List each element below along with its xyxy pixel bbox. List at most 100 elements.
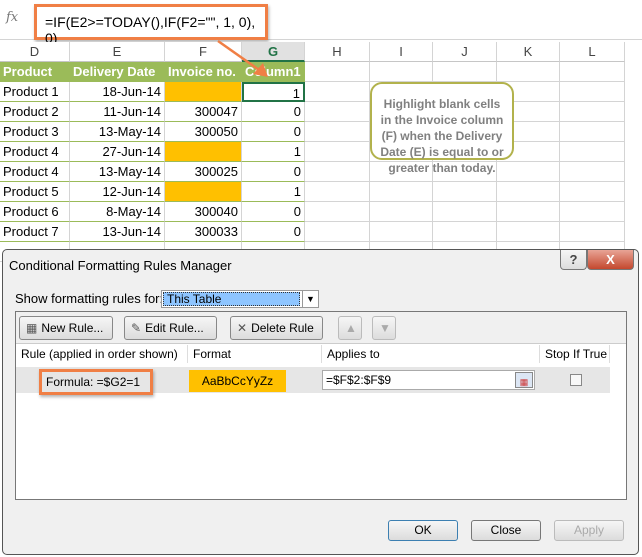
table-cell[interactable]: 1 [242,142,305,162]
column-header-e[interactable]: E [70,42,165,62]
active-cell[interactable]: 1 [242,82,305,102]
table-cell[interactable] [165,142,242,162]
move-up-button[interactable]: ▲ [338,316,362,340]
delete-icon: ✕ [237,321,248,335]
table-cell[interactable]: 300050 [165,122,242,142]
empty-cell[interactable] [560,162,625,182]
column-header-f[interactable]: F [165,42,242,62]
column-header-i[interactable]: I [370,42,433,62]
table-cell[interactable]: 27-Jun-14 [70,142,165,162]
empty-cell[interactable] [305,202,370,222]
table-cell[interactable]: 1 [242,182,305,202]
edit-rule-button[interactable]: ✎ Edit Rule... [124,316,217,340]
delete-rule-button[interactable]: ✕ Delete Rule [230,316,323,340]
stop-if-true-checkbox[interactable] [570,374,582,386]
new-rule-icon: ▦ [26,321,38,335]
table-cell[interactable]: Product 4 [0,142,70,162]
column-header-l[interactable]: L [560,42,625,62]
close-button[interactable]: Close [471,520,541,541]
table-cell[interactable]: Product 5 [0,182,70,202]
empty-cell[interactable] [433,222,497,242]
empty-cell[interactable] [305,142,370,162]
empty-cell[interactable] [305,222,370,242]
table-header[interactable]: Invoice no. [165,62,242,82]
table-cell[interactable]: Product 6 [0,202,70,222]
empty-cell[interactable] [560,142,625,162]
empty-cell[interactable] [370,182,433,202]
help-button[interactable]: ? [560,250,587,270]
range-select-icon[interactable]: ▦ [515,372,533,388]
empty-cell[interactable] [497,202,560,222]
ok-button[interactable]: OK [388,520,458,541]
rule-row[interactable]: Formula: =$G2=1 AaBbCcYyZz =$F$2:$F$9 ▦ [16,367,610,395]
empty-cell[interactable] [305,182,370,202]
column-header-d[interactable]: D [0,42,70,62]
table-cell[interactable]: 300047 [165,102,242,122]
move-down-button[interactable]: ▼ [372,316,396,340]
table-cell[interactable] [165,182,242,202]
table-cell[interactable]: 18-Jun-14 [70,82,165,102]
table-cell[interactable]: 0 [242,202,305,222]
empty-cell[interactable] [305,102,370,122]
empty-cell[interactable] [497,162,560,182]
column-header-k[interactable]: K [497,42,560,62]
new-rule-button[interactable]: ▦ New Rule... [19,316,113,340]
empty-cell[interactable] [433,202,497,222]
empty-cell[interactable] [560,222,625,242]
table-cell[interactable]: 0 [242,102,305,122]
empty-cell[interactable] [370,62,433,82]
table-cell[interactable]: 13-May-14 [70,162,165,182]
empty-cell[interactable] [560,122,625,142]
table-header[interactable]: Product [0,62,70,82]
delete-rule-label: Delete Rule [251,321,314,335]
empty-cell[interactable] [497,182,560,202]
column-header-h[interactable]: H [305,42,370,62]
rules-column-headers: Rule (applied in order shown) Format App… [16,345,610,363]
table-cell[interactable]: 300025 [165,162,242,182]
table-cell[interactable]: Product 1 [0,82,70,102]
empty-cell[interactable] [370,202,433,222]
empty-cell[interactable] [370,222,433,242]
empty-cell[interactable] [560,102,625,122]
empty-cell[interactable] [497,222,560,242]
show-rules-label: Show formatting rules for: [15,291,164,306]
table-cell[interactable]: 0 [242,162,305,182]
empty-cell[interactable] [305,162,370,182]
empty-cell[interactable] [433,182,497,202]
table-cell[interactable]: 0 [242,122,305,142]
table-cell[interactable]: 300033 [165,222,242,242]
table-cell[interactable]: 0 [242,222,305,242]
empty-cell[interactable] [560,182,625,202]
table-cell[interactable]: Product 4 [0,162,70,182]
table-cell[interactable]: 11-Jun-14 [70,102,165,122]
chevron-down-icon[interactable]: ▼ [302,291,318,307]
table-cell[interactable]: Product 7 [0,222,70,242]
empty-cell[interactable] [433,62,497,82]
show-rules-select[interactable]: This Table ▼ [161,290,319,308]
table-cell[interactable]: Product 3 [0,122,70,142]
table-header[interactable]: Column1 [242,62,305,82]
table-cell[interactable]: 300040 [165,202,242,222]
table-cell[interactable]: 12-Jun-14 [70,182,165,202]
empty-cell[interactable] [560,82,625,102]
empty-cell[interactable] [305,82,370,102]
formula-input[interactable]: =IF(E2>=TODAY(),IF(F2="", 1, 0), 0) [34,4,268,46]
table-header[interactable]: Delivery Date [70,62,165,82]
table-cell[interactable]: 8-May-14 [70,202,165,222]
empty-cell[interactable] [305,122,370,142]
table-cell[interactable]: 13-Jun-14 [70,222,165,242]
apply-button[interactable]: Apply [554,520,624,541]
empty-cell[interactable] [560,202,625,222]
close-window-button[interactable]: X [587,250,634,270]
column-header-g[interactable]: G [242,42,305,62]
fx-icon[interactable]: fx [6,10,18,25]
applies-to-input[interactable]: =$F$2:$F$9 ▦ [322,370,535,390]
conditional-formatting-dialog: Conditional Formatting Rules Manager ? X… [2,249,639,555]
empty-cell[interactable] [560,62,625,82]
table-cell[interactable] [165,82,242,102]
table-cell[interactable]: Product 2 [0,102,70,122]
empty-cell[interactable] [305,62,370,82]
empty-cell[interactable] [497,62,560,82]
column-header-j[interactable]: J [433,42,497,62]
table-cell[interactable]: 13-May-14 [70,122,165,142]
